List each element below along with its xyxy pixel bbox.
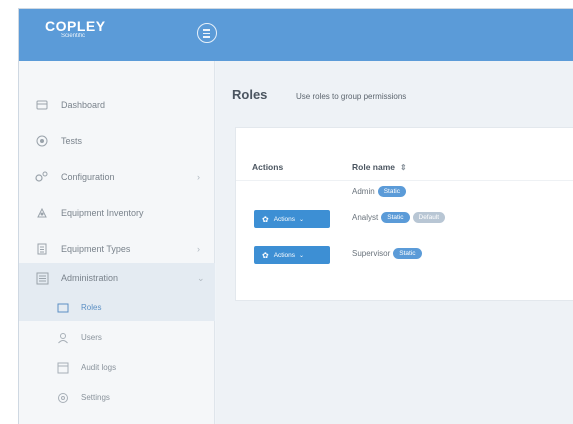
sidebar-item-administration[interactable]: Administration ⌄: [19, 263, 215, 293]
menu-toggle-icon[interactable]: [197, 23, 217, 43]
role-name: Analyst: [352, 213, 379, 222]
chevron-down-icon: ⌄: [299, 216, 305, 223]
sidebar-item-equipment-inventory[interactable]: Equipment Inventory: [19, 197, 215, 229]
sidebar-item-configuration[interactable]: Configuration ›: [19, 161, 215, 193]
table-row: Admin Static: [352, 186, 406, 197]
main-content: Roles Use roles to group permissions Act…: [216, 61, 573, 424]
chevron-down-icon: ⌄: [299, 252, 305, 259]
sidebar-item-label: Administration: [61, 273, 119, 283]
status-badge: Default: [412, 212, 446, 223]
role-name: Admin: [352, 187, 375, 196]
brand-logo[interactable]: COPLEY Scientific: [45, 18, 106, 39]
tests-icon: [35, 134, 49, 148]
settings-icon: [57, 391, 69, 403]
sidebar-subitem-label: Users: [81, 332, 102, 342]
sidebar-subitem-label: Roles: [81, 302, 102, 312]
sidebar-subitem-label: Settings: [81, 392, 110, 402]
sidebar-subitem-settings[interactable]: Settings: [19, 383, 215, 411]
column-header-actions: Actions: [252, 162, 284, 172]
brand-subtitle: Scientific: [61, 33, 86, 39]
status-badge: Static: [381, 212, 410, 223]
table-row: Supervisor Static: [352, 248, 422, 259]
roles-table-card: Actions Role name ⇕ Admin Static ✿ Actio…: [235, 127, 573, 301]
actions-button-label: Actions: [273, 215, 296, 223]
sort-icon[interactable]: ⇕: [400, 163, 407, 172]
sidebar: Dashboard Tests Configuration › Equipmen…: [19, 61, 215, 424]
sidebar-item-label: Equipment Inventory: [61, 208, 144, 218]
top-bar: COPLEY Scientific: [19, 9, 573, 61]
audit-icon: [57, 361, 69, 374]
inventory-icon: [35, 206, 49, 220]
sidebar-item-label: Dashboard: [61, 100, 106, 110]
dashboard-icon: [35, 98, 49, 112]
column-header-label: Role name: [352, 162, 395, 172]
admin-icon: [35, 271, 49, 285]
roles-icon: [57, 301, 69, 313]
sidebar-subitem-roles[interactable]: Roles: [19, 293, 215, 321]
sidebar-item-label: Equipment Types: [61, 244, 131, 254]
gear-icon: ✿: [262, 214, 269, 224]
sidebar-item-label: Tests: [61, 136, 83, 146]
table-divider: [236, 180, 573, 181]
users-icon: [57, 331, 69, 344]
sidebar-subitem-users[interactable]: Users: [19, 323, 215, 351]
chevron-right-icon: ›: [197, 172, 200, 182]
config-icon: [35, 170, 49, 184]
app-window: COPLEY Scientific Dashboard Tests Config…: [18, 8, 573, 424]
brand-name: COPLEY: [45, 18, 106, 34]
role-name: Supervisor: [352, 249, 391, 258]
chevron-right-icon: ›: [197, 244, 200, 254]
sidebar-item-tests[interactable]: Tests: [19, 125, 215, 157]
status-badge: Static: [393, 248, 422, 259]
column-header-role-name[interactable]: Role name ⇕: [352, 162, 407, 172]
page-subtitle: Use roles to group permissions: [296, 92, 407, 101]
types-icon: [35, 242, 49, 256]
table-row: Analyst Static Default: [352, 212, 446, 223]
actions-button-label: Actions: [273, 251, 296, 259]
page-title: Roles: [232, 87, 268, 102]
chevron-down-icon: ⌄: [197, 272, 205, 283]
actions-button[interactable]: ✿ Actions ⌄: [254, 210, 330, 228]
sidebar-item-equipment-types[interactable]: Equipment Types ›: [19, 233, 215, 265]
sidebar-subitem-label: Audit logs: [81, 362, 117, 372]
actions-button[interactable]: ✿ Actions ⌄: [254, 246, 330, 264]
sidebar-subitem-audit-logs[interactable]: Audit logs: [19, 353, 215, 381]
gear-icon: ✿: [262, 250, 269, 260]
status-badge: Static: [377, 186, 406, 197]
sidebar-item-dashboard[interactable]: Dashboard: [19, 89, 215, 121]
sidebar-item-label: Configuration: [61, 172, 115, 182]
